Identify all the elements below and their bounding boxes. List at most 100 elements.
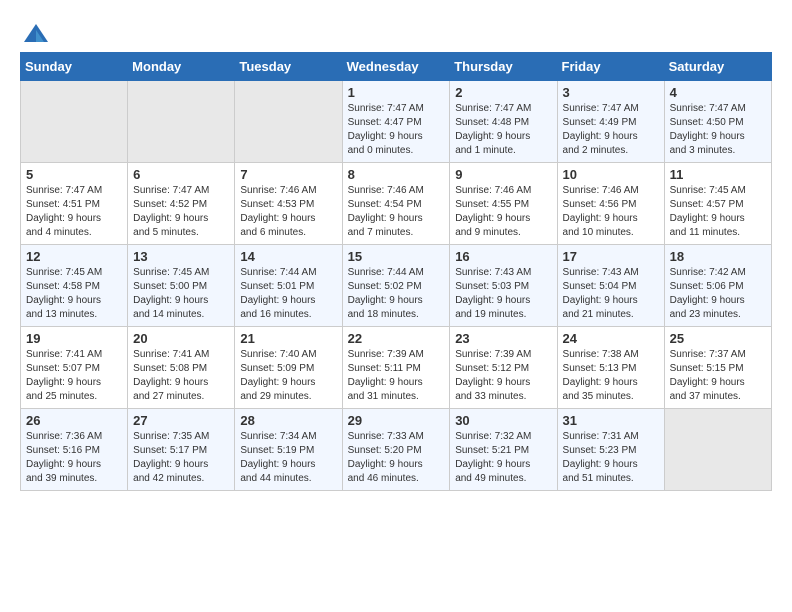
day-number: 7 bbox=[240, 167, 336, 182]
calendar-cell: 27 Sunrise: 7:35 AM Sunset: 5:17 PM Dayli… bbox=[128, 409, 235, 491]
calendar-cell: 13 Sunrise: 7:45 AM Sunset: 5:00 PM Dayli… bbox=[128, 245, 235, 327]
calendar-cell: 10Sunrise: 7:46 AM Sunset: 4:56 PM Dayli… bbox=[557, 163, 664, 245]
day-number: 2 bbox=[455, 85, 551, 100]
calendar-cell: 24 Sunrise: 7:38 AM Sunset: 5:13 PM Dayli… bbox=[557, 327, 664, 409]
day-info: Sunrise: 7:42 AM Sunset: 5:06 PM Dayligh… bbox=[670, 266, 766, 322]
day-info: Sunrise: 7:47 AM Sunset: 4:49 PM Dayligh… bbox=[563, 102, 659, 158]
calendar-week-row: 5 Sunrise: 7:47 AM Sunset: 4:51 PM Daylig… bbox=[21, 163, 772, 245]
day-info: Sunrise: 7:34 AM Sunset: 5:19 PM Dayligh… bbox=[240, 430, 336, 486]
calendar-cell: 29 Sunrise: 7:33 AM Sunset: 5:20 PM Dayli… bbox=[342, 409, 450, 491]
calendar-cell bbox=[128, 81, 235, 163]
calendar-cell: 17 Sunrise: 7:43 AM Sunset: 5:04 PM Dayli… bbox=[557, 245, 664, 327]
day-number: 4 bbox=[670, 85, 766, 100]
day-info: Sunrise: 7:43 AM Sunset: 5:03 PM Dayligh… bbox=[455, 266, 551, 322]
calendar-header-row: SundayMondayTuesdayWednesdayThursdayFrid… bbox=[21, 53, 772, 81]
calendar-cell: 19 Sunrise: 7:41 AM Sunset: 5:07 PM Dayli… bbox=[21, 327, 128, 409]
day-number: 28 bbox=[240, 413, 336, 428]
column-header-thursday: Thursday bbox=[450, 53, 557, 81]
day-info: Sunrise: 7:46 AM Sunset: 4:55 PM Dayligh… bbox=[455, 184, 551, 240]
day-number: 8 bbox=[348, 167, 445, 182]
calendar-cell: 3 Sunrise: 7:47 AM Sunset: 4:49 PM Daylig… bbox=[557, 81, 664, 163]
day-number: 18 bbox=[670, 249, 766, 264]
calendar-cell bbox=[21, 81, 128, 163]
calendar-cell: 23Sunrise: 7:39 AM Sunset: 5:12 PM Dayli… bbox=[450, 327, 557, 409]
calendar-cell: 25 Sunrise: 7:37 AM Sunset: 5:15 PM Dayli… bbox=[664, 327, 771, 409]
calendar-cell: 30Sunrise: 7:32 AM Sunset: 5:21 PM Dayli… bbox=[450, 409, 557, 491]
calendar-cell: 7 Sunrise: 7:46 AM Sunset: 4:53 PM Daylig… bbox=[235, 163, 342, 245]
page-header bbox=[20, 20, 772, 42]
calendar-week-row: 26 Sunrise: 7:36 AM Sunset: 5:16 PM Dayli… bbox=[21, 409, 772, 491]
calendar-cell: 8 Sunrise: 7:46 AM Sunset: 4:54 PM Daylig… bbox=[342, 163, 450, 245]
day-number: 25 bbox=[670, 331, 766, 346]
day-info: Sunrise: 7:45 AM Sunset: 5:00 PM Dayligh… bbox=[133, 266, 229, 322]
day-info: Sunrise: 7:38 AM Sunset: 5:13 PM Dayligh… bbox=[563, 348, 659, 404]
day-number: 20 bbox=[133, 331, 229, 346]
day-info: Sunrise: 7:31 AM Sunset: 5:23 PM Dayligh… bbox=[563, 430, 659, 486]
calendar-cell: 2 Sunrise: 7:47 AM Sunset: 4:48 PM Daylig… bbox=[450, 81, 557, 163]
calendar-cell: 6 Sunrise: 7:47 AM Sunset: 4:52 PM Daylig… bbox=[128, 163, 235, 245]
day-info: Sunrise: 7:45 AM Sunset: 4:57 PM Dayligh… bbox=[670, 184, 766, 240]
day-number: 21 bbox=[240, 331, 336, 346]
day-info: Sunrise: 7:36 AM Sunset: 5:16 PM Dayligh… bbox=[26, 430, 122, 486]
day-info: Sunrise: 7:47 AM Sunset: 4:52 PM Dayligh… bbox=[133, 184, 229, 240]
day-number: 24 bbox=[563, 331, 659, 346]
day-number: 17 bbox=[563, 249, 659, 264]
day-number: 6 bbox=[133, 167, 229, 182]
day-number: 3 bbox=[563, 85, 659, 100]
calendar-cell: 21 Sunrise: 7:40 AM Sunset: 5:09 PM Dayli… bbox=[235, 327, 342, 409]
calendar-week-row: 1 Sunrise: 7:47 AM Sunset: 4:47 PM Daylig… bbox=[21, 81, 772, 163]
day-number: 16 bbox=[455, 249, 551, 264]
calendar-week-row: 19 Sunrise: 7:41 AM Sunset: 5:07 PM Dayli… bbox=[21, 327, 772, 409]
day-info: Sunrise: 7:37 AM Sunset: 5:15 PM Dayligh… bbox=[670, 348, 766, 404]
logo-icon bbox=[22, 20, 50, 48]
day-info: Sunrise: 7:47 AM Sunset: 4:48 PM Dayligh… bbox=[455, 102, 551, 158]
day-info: Sunrise: 7:44 AM Sunset: 5:01 PM Dayligh… bbox=[240, 266, 336, 322]
calendar-cell: 22 Sunrise: 7:39 AM Sunset: 5:11 PM Dayli… bbox=[342, 327, 450, 409]
day-number: 5 bbox=[26, 167, 122, 182]
column-header-sunday: Sunday bbox=[21, 53, 128, 81]
day-info: Sunrise: 7:43 AM Sunset: 5:04 PM Dayligh… bbox=[563, 266, 659, 322]
day-info: Sunrise: 7:47 AM Sunset: 4:50 PM Dayligh… bbox=[670, 102, 766, 158]
day-number: 9 bbox=[455, 167, 551, 182]
day-info: Sunrise: 7:35 AM Sunset: 5:17 PM Dayligh… bbox=[133, 430, 229, 486]
column-header-monday: Monday bbox=[128, 53, 235, 81]
logo bbox=[20, 20, 52, 42]
calendar-cell: 11Sunrise: 7:45 AM Sunset: 4:57 PM Dayli… bbox=[664, 163, 771, 245]
calendar-week-row: 12Sunrise: 7:45 AM Sunset: 4:58 PM Dayli… bbox=[21, 245, 772, 327]
day-info: Sunrise: 7:46 AM Sunset: 4:53 PM Dayligh… bbox=[240, 184, 336, 240]
day-number: 30 bbox=[455, 413, 551, 428]
calendar-cell: 28 Sunrise: 7:34 AM Sunset: 5:19 PM Dayli… bbox=[235, 409, 342, 491]
day-info: Sunrise: 7:47 AM Sunset: 4:47 PM Dayligh… bbox=[348, 102, 445, 158]
day-number: 10 bbox=[563, 167, 659, 182]
day-number: 26 bbox=[26, 413, 122, 428]
day-number: 19 bbox=[26, 331, 122, 346]
day-info: Sunrise: 7:39 AM Sunset: 5:11 PM Dayligh… bbox=[348, 348, 445, 404]
day-number: 14 bbox=[240, 249, 336, 264]
day-info: Sunrise: 7:44 AM Sunset: 5:02 PM Dayligh… bbox=[348, 266, 445, 322]
calendar-cell: 20Sunrise: 7:41 AM Sunset: 5:08 PM Dayli… bbox=[128, 327, 235, 409]
day-info: Sunrise: 7:41 AM Sunset: 5:07 PM Dayligh… bbox=[26, 348, 122, 404]
day-info: Sunrise: 7:47 AM Sunset: 4:51 PM Dayligh… bbox=[26, 184, 122, 240]
calendar-cell: 26 Sunrise: 7:36 AM Sunset: 5:16 PM Dayli… bbox=[21, 409, 128, 491]
day-info: Sunrise: 7:39 AM Sunset: 5:12 PM Dayligh… bbox=[455, 348, 551, 404]
calendar-cell: 15Sunrise: 7:44 AM Sunset: 5:02 PM Dayli… bbox=[342, 245, 450, 327]
calendar-cell: 9 Sunrise: 7:46 AM Sunset: 4:55 PM Daylig… bbox=[450, 163, 557, 245]
day-number: 31 bbox=[563, 413, 659, 428]
day-info: Sunrise: 7:46 AM Sunset: 4:54 PM Dayligh… bbox=[348, 184, 445, 240]
column-header-friday: Friday bbox=[557, 53, 664, 81]
column-header-saturday: Saturday bbox=[664, 53, 771, 81]
day-number: 29 bbox=[348, 413, 445, 428]
calendar-cell: 31 Sunrise: 7:31 AM Sunset: 5:23 PM Dayli… bbox=[557, 409, 664, 491]
day-number: 1 bbox=[348, 85, 445, 100]
calendar-cell: 18 Sunrise: 7:42 AM Sunset: 5:06 PM Dayli… bbox=[664, 245, 771, 327]
day-info: Sunrise: 7:40 AM Sunset: 5:09 PM Dayligh… bbox=[240, 348, 336, 404]
day-number: 13 bbox=[133, 249, 229, 264]
day-number: 22 bbox=[348, 331, 445, 346]
day-info: Sunrise: 7:33 AM Sunset: 5:20 PM Dayligh… bbox=[348, 430, 445, 486]
column-header-wednesday: Wednesday bbox=[342, 53, 450, 81]
calendar-cell: 12Sunrise: 7:45 AM Sunset: 4:58 PM Dayli… bbox=[21, 245, 128, 327]
calendar-cell: 16 Sunrise: 7:43 AM Sunset: 5:03 PM Dayli… bbox=[450, 245, 557, 327]
day-number: 27 bbox=[133, 413, 229, 428]
calendar-cell bbox=[664, 409, 771, 491]
calendar-cell: 4 Sunrise: 7:47 AM Sunset: 4:50 PM Daylig… bbox=[664, 81, 771, 163]
